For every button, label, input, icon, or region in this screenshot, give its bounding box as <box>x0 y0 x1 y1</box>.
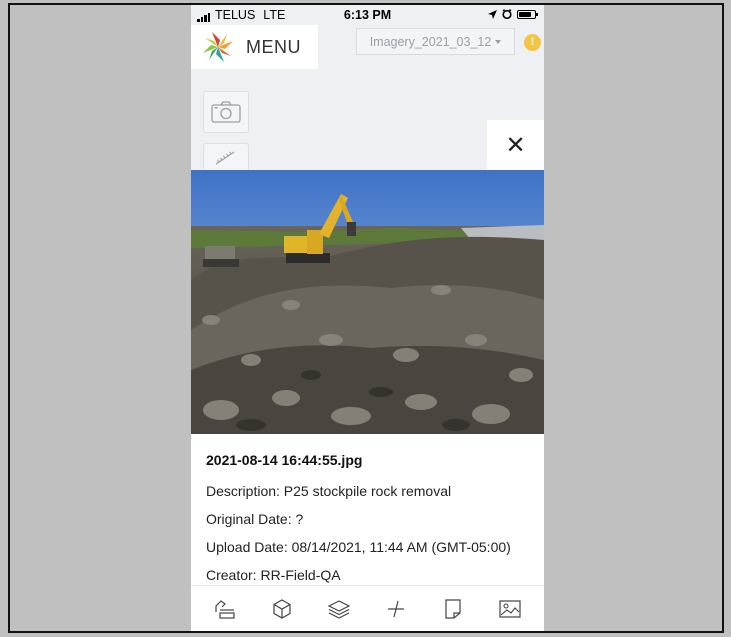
ruler-icon <box>215 151 235 165</box>
layers-icon[interactable] <box>327 597 351 621</box>
status-bar: TELUS LTE 6:13 PM <box>191 5 544 25</box>
phone-screen: TELUS LTE 6:13 PM MENU Imagery_2021_03_1… <box>191 5 544 631</box>
compass-icon[interactable] <box>384 597 408 621</box>
image-icon[interactable] <box>498 597 522 621</box>
bottom-toolbar <box>191 585 544 631</box>
photo-upload-date: Upload Date: 08/14/2021, 11:44 AM (GMT-0… <box>206 539 511 555</box>
battery-icon <box>517 9 538 19</box>
status-icons <box>488 9 538 19</box>
measure-tool-button[interactable] <box>203 143 249 171</box>
chevron-down-icon <box>495 40 502 44</box>
photo-metadata: 2021-08-14 16:44:55.jpg Description: P25… <box>206 449 536 589</box>
imagery-dropdown-value: Imagery_2021_03_12 <box>369 34 492 49</box>
photo-description: Description: P25 stockpile rock removal <box>206 483 452 499</box>
photo-detail-card: 2021-08-14 16:44:55.jpg Description: P25… <box>191 170 544 585</box>
alert-badge[interactable]: ! <box>524 34 541 51</box>
close-icon: ✕ <box>505 131 526 159</box>
photo-original-date: Original Date: ? <box>206 511 304 527</box>
site-photo <box>191 170 544 434</box>
photo-filename: 2021-08-14 16:44:55.jpg <box>206 452 363 468</box>
menu-label: MENU <box>246 36 301 57</box>
close-button[interactable]: ✕ <box>487 120 544 170</box>
camera-icon <box>211 101 241 123</box>
imagery-dropdown[interactable]: Imagery_2021_03_12 <box>356 28 515 55</box>
document-icon[interactable] <box>441 597 465 621</box>
camera-tool-button[interactable] <box>203 91 249 133</box>
menu-button[interactable]: MENU <box>191 25 318 69</box>
alarm-icon <box>502 9 512 19</box>
logo-icon <box>203 32 233 62</box>
location-arrow-icon <box>488 9 497 19</box>
3d-cube-icon[interactable] <box>270 597 294 621</box>
draw-tool-icon[interactable] <box>213 597 237 621</box>
